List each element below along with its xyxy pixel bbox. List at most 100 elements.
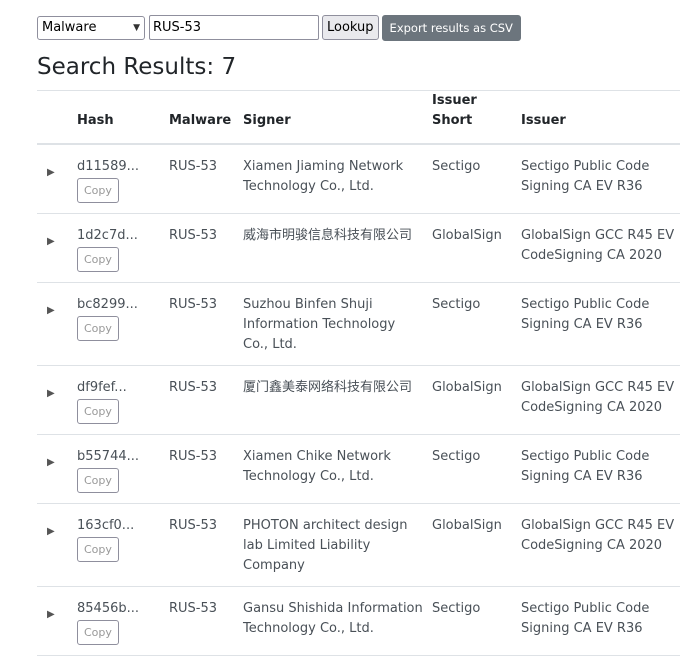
malware-value: RUS-53 (169, 297, 218, 312)
malware-value: RUS-53 (169, 518, 218, 533)
results-table: Hash Malware Signer Issuer Short Issuer … (37, 90, 680, 656)
copy-hash-button[interactable]: Copy (77, 247, 119, 272)
hash-value: bc8299... (77, 297, 138, 312)
export-csv-button[interactable]: Export results as CSV (381, 14, 521, 41)
issuer-short-cell: GlobalSign (432, 213, 521, 283)
issuer-short-cell: GlobalSign (432, 365, 521, 435)
table-row: ▶ b55744... Copy RUS-53 Xiamen Chike Network… (37, 434, 680, 504)
signer-cell: Xiamen Chike Network Technology Co., Ltd… (243, 434, 432, 504)
header-issuer-short: Issuer Short (432, 90, 521, 145)
issuer-value: Sectigo Public Code Signing CA EV R36 (521, 297, 650, 332)
issuer-value: GlobalSign GCC R45 EV CodeSigning CA 202… (521, 380, 675, 415)
signer-value: 威海市明骏信息科技有限公司 (243, 228, 413, 243)
row-toggle-cell: ▶ (37, 282, 77, 366)
issuer-short-value: GlobalSign (432, 380, 502, 395)
search-toolbar: Malware ▼ Lookup Export results as CSV (37, 14, 521, 41)
copy-hash-button[interactable]: Copy (77, 468, 119, 493)
issuer-short-cell: GlobalSign (432, 503, 521, 587)
expand-row-icon[interactable]: ▶ (47, 163, 55, 183)
search-type-value: Malware (42, 20, 97, 35)
hash-value: b55744... (77, 449, 140, 464)
expand-row-icon[interactable]: ▶ (47, 301, 55, 321)
malware-cell: RUS-53 (169, 282, 243, 366)
issuer-value: Sectigo Public Code Signing CA EV R36 (521, 601, 650, 636)
issuer-short-value: Sectigo (432, 159, 481, 174)
issuer-cell: Sectigo Public Code Signing CA EV R36 (521, 586, 680, 656)
issuer-cell: GlobalSign GCC R45 EV CodeSigning CA 202… (521, 365, 680, 435)
expand-row-icon[interactable]: ▶ (47, 522, 55, 542)
row-toggle-cell: ▶ (37, 365, 77, 435)
hash-cell: 163cf0... Copy (77, 503, 169, 587)
signer-value: 厦门鑫美泰网络科技有限公司 (243, 380, 413, 395)
malware-value: RUS-53 (169, 601, 218, 616)
issuer-short-value: GlobalSign (432, 228, 502, 243)
hash-cell: d11589... Copy (77, 144, 169, 214)
hash-value: d11589... (77, 159, 140, 174)
row-toggle-cell: ▶ (37, 213, 77, 283)
hash-value: 1d2c7d... (77, 228, 138, 243)
signer-cell: PHOTON architect design lab Limited Liab… (243, 503, 432, 587)
issuer-short-cell: Sectigo (432, 434, 521, 504)
table-row: ▶ 1d2c7d... Copy RUS-53 威海市明骏信息科技有限公司 GlobalS… (37, 213, 680, 283)
search-input[interactable] (149, 15, 319, 40)
hash-cell: 85456b... Copy (77, 586, 169, 656)
signer-value: Xiamen Chike Network Technology Co., Ltd… (243, 449, 391, 484)
malware-cell: RUS-53 (169, 365, 243, 435)
issuer-short-cell: Sectigo (432, 282, 521, 366)
malware-cell: RUS-53 (169, 144, 243, 214)
issuer-cell: Sectigo Public Code Signing CA EV R36 (521, 144, 680, 214)
header-toggle (37, 90, 77, 145)
search-type-select[interactable]: Malware ▼ (37, 15, 145, 40)
copy-hash-button[interactable]: Copy (77, 620, 119, 645)
table-row: ▶ bc8299... Copy RUS-53 Suzhou Binfen Shuji … (37, 282, 680, 366)
table-row: ▶ 163cf0... Copy RUS-53 PHOTON architect des… (37, 503, 680, 587)
issuer-cell: Sectigo Public Code Signing CA EV R36 (521, 434, 680, 504)
expand-row-icon[interactable]: ▶ (47, 232, 55, 252)
signer-cell: Xiamen Jiaming Network Technology Co., L… (243, 144, 432, 214)
row-toggle-cell: ▶ (37, 144, 77, 214)
hash-value: 163cf0... (77, 518, 135, 533)
signer-value: Gansu Shishida Information Technology Co… (243, 601, 423, 636)
issuer-cell: GlobalSign GCC R45 EV CodeSigning CA 202… (521, 503, 680, 587)
hash-cell: df9fef... Copy (77, 365, 169, 435)
copy-hash-button[interactable]: Copy (77, 537, 119, 562)
lookup-button[interactable]: Lookup (322, 15, 379, 40)
chevron-down-icon: ▼ (133, 22, 140, 33)
issuer-value: GlobalSign GCC R45 EV CodeSigning CA 202… (521, 228, 675, 263)
expand-row-icon[interactable]: ▶ (47, 453, 55, 473)
issuer-value: GlobalSign GCC R45 EV CodeSigning CA 202… (521, 518, 675, 553)
issuer-value: Sectigo Public Code Signing CA EV R36 (521, 449, 650, 484)
expand-row-icon[interactable]: ▶ (47, 384, 55, 404)
header-hash: Hash (77, 90, 169, 145)
copy-hash-button[interactable]: Copy (77, 399, 119, 424)
header-issuer-short-label: Issuer Short (432, 93, 477, 128)
issuer-cell: Sectigo Public Code Signing CA EV R36 (521, 282, 680, 366)
signer-value: PHOTON architect design lab Limited Liab… (243, 518, 408, 573)
issuer-short-value: Sectigo (432, 449, 481, 464)
expand-row-icon[interactable]: ▶ (47, 605, 55, 625)
row-toggle-cell: ▶ (37, 503, 77, 587)
issuer-short-value: Sectigo (432, 601, 481, 616)
page: Malware ▼ Lookup Export results as CSV S… (0, 0, 680, 656)
malware-cell: RUS-53 (169, 434, 243, 504)
hash-value: df9fef... (77, 380, 127, 395)
table-header-row: Hash Malware Signer Issuer Short Issuer (37, 90, 680, 145)
issuer-short-value: Sectigo (432, 297, 481, 312)
issuer-value: Sectigo Public Code Signing CA EV R36 (521, 159, 650, 194)
signer-cell: Suzhou Binfen Shuji Information Technolo… (243, 282, 432, 366)
header-signer: Signer (243, 90, 432, 145)
malware-value: RUS-53 (169, 228, 218, 243)
malware-cell: RUS-53 (169, 503, 243, 587)
table-row: ▶ df9fef... Copy RUS-53 厦门鑫美泰网络科技有限公司 GlobalS… (37, 365, 680, 435)
malware-value: RUS-53 (169, 380, 218, 395)
copy-hash-button[interactable]: Copy (77, 178, 119, 203)
table-row: ▶ 85456b... Copy RUS-53 Gansu Shishida Infor… (37, 586, 680, 656)
header-issuer: Issuer (521, 90, 680, 145)
signer-cell: 威海市明骏信息科技有限公司 (243, 213, 432, 283)
malware-cell: RUS-53 (169, 213, 243, 283)
copy-hash-button[interactable]: Copy (77, 316, 119, 341)
hash-cell: b55744... Copy (77, 434, 169, 504)
header-malware: Malware (169, 90, 243, 145)
row-toggle-cell: ▶ (37, 586, 77, 656)
hash-value: 85456b... (77, 601, 140, 616)
